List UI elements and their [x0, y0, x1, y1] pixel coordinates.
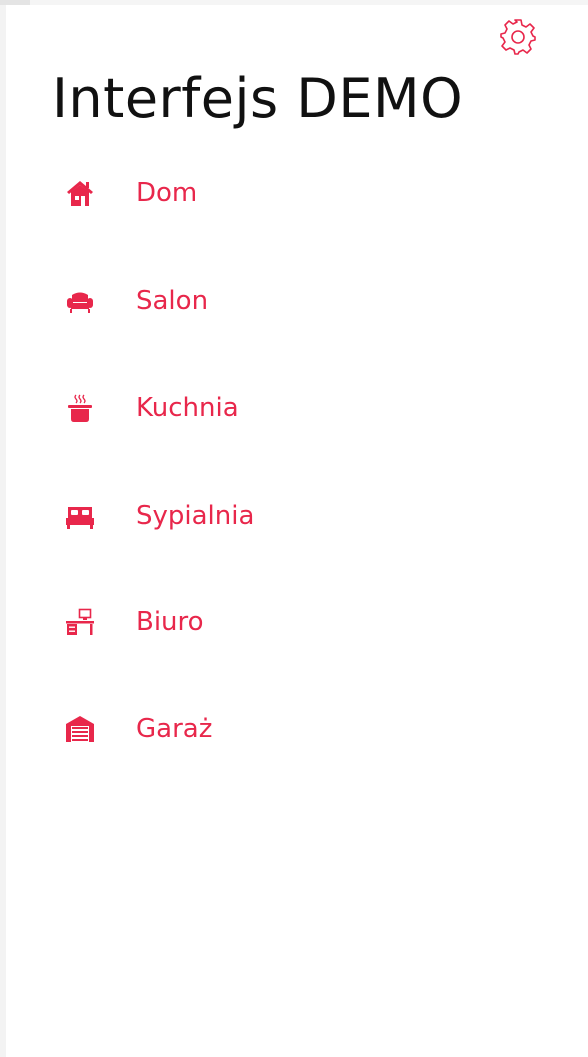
- app-screen: Interfejs DEMO Dom Salon Kuchnia Sypialn…: [0, 0, 588, 1057]
- menu-item-salon[interactable]: Salon: [62, 271, 542, 331]
- menu-item-sypialnia[interactable]: Sypialnia: [62, 486, 542, 546]
- house-icon: [62, 175, 98, 211]
- left-edge-divider: [0, 0, 6, 1057]
- menu-item-label: Kuchnia: [136, 393, 239, 423]
- desk-icon: [62, 604, 98, 640]
- settings-button[interactable]: [497, 16, 539, 58]
- menu-item-kuchnia[interactable]: Kuchnia: [62, 378, 542, 438]
- menu-item-label: Garaż: [136, 714, 213, 744]
- menu-item-garaz[interactable]: Garaż: [62, 699, 542, 759]
- armchair-icon: [62, 283, 98, 319]
- menu-item-biuro[interactable]: Biuro: [62, 592, 542, 652]
- top-edge-mark: [0, 0, 30, 5]
- page-title: Interfejs DEMO: [52, 67, 464, 130]
- menu-item-dom[interactable]: Dom: [62, 163, 542, 223]
- menu-item-label: Salon: [136, 286, 209, 316]
- garage-icon: [62, 711, 98, 747]
- menu-item-label: Biuro: [136, 607, 204, 637]
- cooking-pot-icon: [62, 390, 98, 426]
- top-edge-divider: [0, 0, 588, 5]
- bed-icon: [62, 498, 98, 534]
- menu-item-label: Dom: [136, 178, 198, 208]
- gear-icon: [500, 19, 536, 55]
- menu-item-label: Sypialnia: [136, 501, 255, 531]
